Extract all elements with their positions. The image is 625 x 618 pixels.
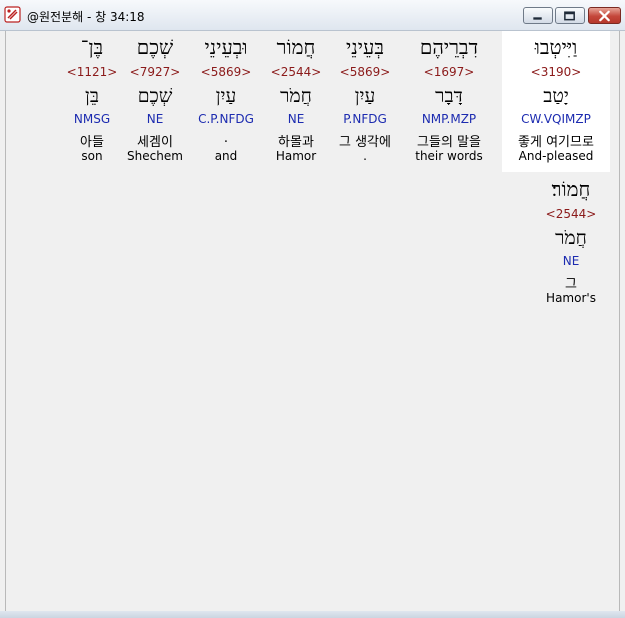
lemma: חֲמֹר bbox=[555, 227, 587, 249]
strongs-number: <3190> bbox=[530, 65, 582, 79]
lemma: יָטַב bbox=[543, 85, 569, 107]
strongs-number: <2544> bbox=[545, 207, 597, 221]
english-gloss: son bbox=[81, 149, 103, 163]
minimize-icon bbox=[533, 17, 542, 20]
minimize-button[interactable] bbox=[523, 7, 553, 24]
korean-gloss: 좋게 여기므로 bbox=[518, 135, 594, 150]
english-gloss: Hamor's bbox=[546, 291, 596, 305]
close-button[interactable] bbox=[588, 7, 621, 24]
close-icon bbox=[599, 10, 610, 22]
parsing-code: NE bbox=[562, 254, 580, 268]
hebrew-word: חֲמוֹר׃ bbox=[551, 177, 591, 201]
korean-gloss: 아들 bbox=[80, 135, 104, 150]
lemma: דָּבָר bbox=[435, 85, 463, 107]
strongs-number: <1697> bbox=[423, 65, 475, 79]
english-gloss: And-pleased bbox=[518, 149, 594, 163]
parsing-code: CW.VQIMZP bbox=[521, 112, 591, 126]
lemma: בֵּן bbox=[85, 85, 99, 107]
hebrew-word: וַיִּיטְבוּ bbox=[534, 35, 578, 59]
strongs-number: <1121> bbox=[66, 65, 118, 79]
hebrew-word: דִבְרֵיהֶם bbox=[419, 35, 479, 59]
app-window: @원전분해 - 창 34:18 וַיִּיטְבוּ <3190> יָטַב CW… bbox=[0, 0, 625, 618]
hebrew-word: בֶּן־ bbox=[80, 35, 104, 59]
korean-gloss: 그 bbox=[565, 277, 577, 292]
title-bar[interactable]: @원전분해 - 창 34:18 bbox=[0, 0, 625, 31]
parsing-code: NMSG bbox=[73, 112, 111, 126]
maximize-button[interactable] bbox=[555, 7, 585, 24]
app-icon[interactable] bbox=[4, 6, 21, 23]
window-bottom-border bbox=[0, 611, 625, 618]
window-title: @원전분해 - 창 34:18 bbox=[27, 10, 145, 24]
maximize-icon bbox=[564, 11, 575, 21]
